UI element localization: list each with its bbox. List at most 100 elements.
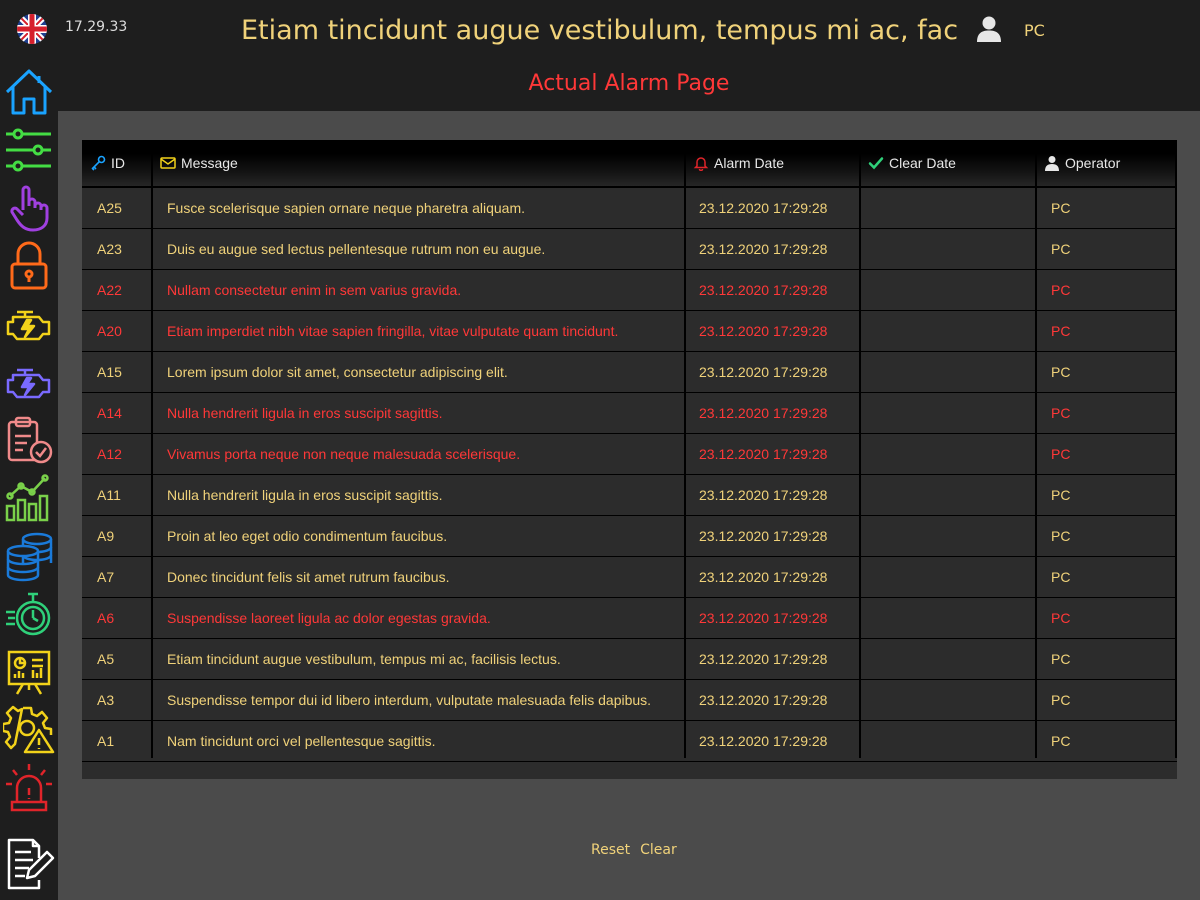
- cell-id: A9: [97, 528, 115, 544]
- table-row[interactable]: A5 Etiam tincidunt augue vestibulum, temp…: [82, 639, 1177, 679]
- table-row[interactable]: A3 Suspendisse tempor dui id libero inter…: [82, 680, 1177, 720]
- table-row[interactable]: A23 Duis eu augue sed lectus pellentesque…: [82, 229, 1177, 269]
- cell-alarm-date: 23.12.2020 17:29:28: [699, 692, 828, 708]
- column-header-id-label: ID: [111, 155, 125, 171]
- table-row[interactable]: A9 Proin at leo eget odio condimentum fau…: [82, 516, 1177, 556]
- nav-settings-sliders[interactable]: [3, 124, 55, 176]
- column-header-message[interactable]: Message: [152, 140, 685, 186]
- cell-id: A22: [97, 282, 122, 298]
- cell-operator: PC: [1051, 692, 1071, 708]
- cell-clear-date: [874, 721, 1032, 761]
- lock-icon: [10, 241, 48, 290]
- cell-clear-date: [874, 393, 1032, 433]
- table-row[interactable]: A1 Nam tincidunt orci vel pellentesque sa…: [82, 721, 1177, 761]
- cell-alarm-date: 23.12.2020 17:29:28: [699, 241, 828, 257]
- cell-operator: PC: [1051, 569, 1071, 585]
- nav-home[interactable]: [3, 66, 55, 118]
- gear-warning-icon: [1, 705, 55, 754]
- cell-operator: PC: [1051, 282, 1071, 298]
- cell-operator: PC: [1051, 241, 1071, 257]
- cell-operator: PC: [1051, 651, 1071, 667]
- nav-database[interactable]: [3, 530, 55, 582]
- column-header-id[interactable]: ID: [82, 140, 152, 186]
- cell-id: A1: [97, 733, 115, 749]
- cell-operator: PC: [1051, 733, 1071, 749]
- nav-timer[interactable]: [3, 588, 55, 640]
- table-row[interactable]: A20 Etiam imperdiet nibh vitae sapien fri…: [82, 311, 1177, 351]
- cell-id: A3: [97, 692, 115, 708]
- database-icon: [6, 532, 53, 582]
- table-row[interactable]: A7 Donec tincidunt felis sit amet rutrum …: [82, 557, 1177, 597]
- page-header: Actual Alarm Page: [58, 58, 1200, 111]
- cell-alarm-date: 23.12.2020 17:29:28: [699, 282, 828, 298]
- column-divider: [684, 140, 686, 758]
- cell-message: Proin at leo eget odio condimentum fauci…: [167, 528, 448, 544]
- cell-alarm-date: 23.12.2020 17:29:28: [699, 528, 828, 544]
- alarm-table[interactable]: ID Message Alarm Date Clear Date Operato…: [82, 140, 1177, 779]
- marquee-message: Etiam tincidunt augue vestibulum, tempus…: [241, 15, 959, 46]
- column-divider: [1035, 140, 1037, 758]
- cell-clear-date: [874, 639, 1032, 679]
- nav-engine-1[interactable]: [3, 298, 55, 350]
- cell-id: A20: [97, 323, 122, 339]
- bell-icon: [693, 157, 709, 171]
- nav-engine-2[interactable]: [3, 356, 55, 408]
- cell-operator: PC: [1051, 487, 1071, 503]
- cell-message: Nulla hendrerit ligula in eros suscipit …: [167, 405, 443, 421]
- nav-lock[interactable]: [3, 240, 55, 292]
- hand-pointer-icon: [10, 185, 49, 232]
- operator-icon: [1045, 156, 1059, 171]
- reset-button[interactable]: Reset: [591, 842, 630, 858]
- cell-message: Suspendisse tempor dui id libero interdu…: [167, 692, 652, 708]
- cell-operator: PC: [1051, 323, 1071, 339]
- cell-alarm-date: 23.12.2020 17:29:28: [699, 364, 828, 380]
- table-row[interactable]: A15 Lorem ipsum dolor sit amet, consectet…: [82, 352, 1177, 392]
- table-row[interactable]: A22 Nullam consectetur enim in sem varius…: [82, 270, 1177, 310]
- user-icon[interactable]: [976, 15, 1002, 43]
- cell-alarm-date: 23.12.2020 17:29:28: [699, 323, 828, 339]
- clock: 17.29.33: [65, 19, 128, 35]
- uk-flag-icon[interactable]: [16, 13, 48, 45]
- nav-alarms[interactable]: [3, 762, 55, 814]
- table-row[interactable]: A6 Suspendisse laoreet ligula ac dolor eg…: [82, 598, 1177, 638]
- cell-message: Suspendisse laoreet ligula ac dolor eges…: [167, 610, 491, 626]
- column-header-alarm-date[interactable]: Alarm Date: [685, 140, 860, 186]
- nav-trends[interactable]: [3, 472, 55, 524]
- trend-chart-icon: [5, 474, 49, 522]
- cell-operator: PC: [1051, 200, 1071, 216]
- cell-alarm-date: 23.12.2020 17:29:28: [699, 487, 828, 503]
- nav-reports[interactable]: [3, 646, 55, 698]
- column-divider: [859, 140, 861, 758]
- column-header-clear-date-label: Clear Date: [889, 155, 956, 171]
- engine-purple-icon: [6, 368, 51, 399]
- nav-log[interactable]: [3, 838, 55, 890]
- cell-alarm-date: 23.12.2020 17:29:28: [699, 405, 828, 421]
- column-header-operator[interactable]: Operator: [1036, 140, 1177, 186]
- nav-maintenance[interactable]: [1, 704, 55, 756]
- table-row[interactable]: A25 Fusce scelerisque sapien ornare neque…: [82, 188, 1177, 228]
- table-row[interactable]: A11 Nulla hendrerit ligula in eros suscip…: [82, 475, 1177, 515]
- table-row[interactable]: A14 Nulla hendrerit ligula in eros suscip…: [82, 393, 1177, 433]
- cell-clear-date: [874, 352, 1032, 392]
- cell-clear-date: [874, 270, 1032, 310]
- cell-alarm-date: 23.12.2020 17:29:28: [699, 651, 828, 667]
- cell-id: A11: [97, 487, 121, 503]
- engine-yellow-icon: [6, 310, 51, 341]
- cell-message: Donec tincidunt felis sit amet rutrum fa…: [167, 569, 450, 585]
- nav-manual[interactable]: [3, 182, 55, 234]
- column-header-alarm-date-label: Alarm Date: [714, 155, 785, 171]
- cell-clear-date: [874, 516, 1032, 556]
- sliders-icon: [6, 128, 51, 172]
- cell-message: Duis eu augue sed lectus pellentesque ru…: [167, 241, 546, 257]
- cell-message: Vivamus porta neque non neque malesuada …: [167, 446, 521, 462]
- cell-clear-date: [874, 188, 1032, 228]
- cell-message: Etiam imperdiet nibh vitae sapien fringi…: [167, 323, 619, 339]
- cell-clear-date: [874, 680, 1032, 720]
- column-header-clear-date[interactable]: Clear Date: [860, 140, 1036, 186]
- nav-checklist[interactable]: [3, 414, 55, 466]
- clear-button[interactable]: Clear: [640, 842, 677, 858]
- envelope-icon: [160, 157, 176, 169]
- cell-id: A5: [97, 651, 115, 667]
- table-row[interactable]: A12 Vivamus porta neque non neque malesua…: [82, 434, 1177, 474]
- checkmark-icon: [868, 157, 884, 170]
